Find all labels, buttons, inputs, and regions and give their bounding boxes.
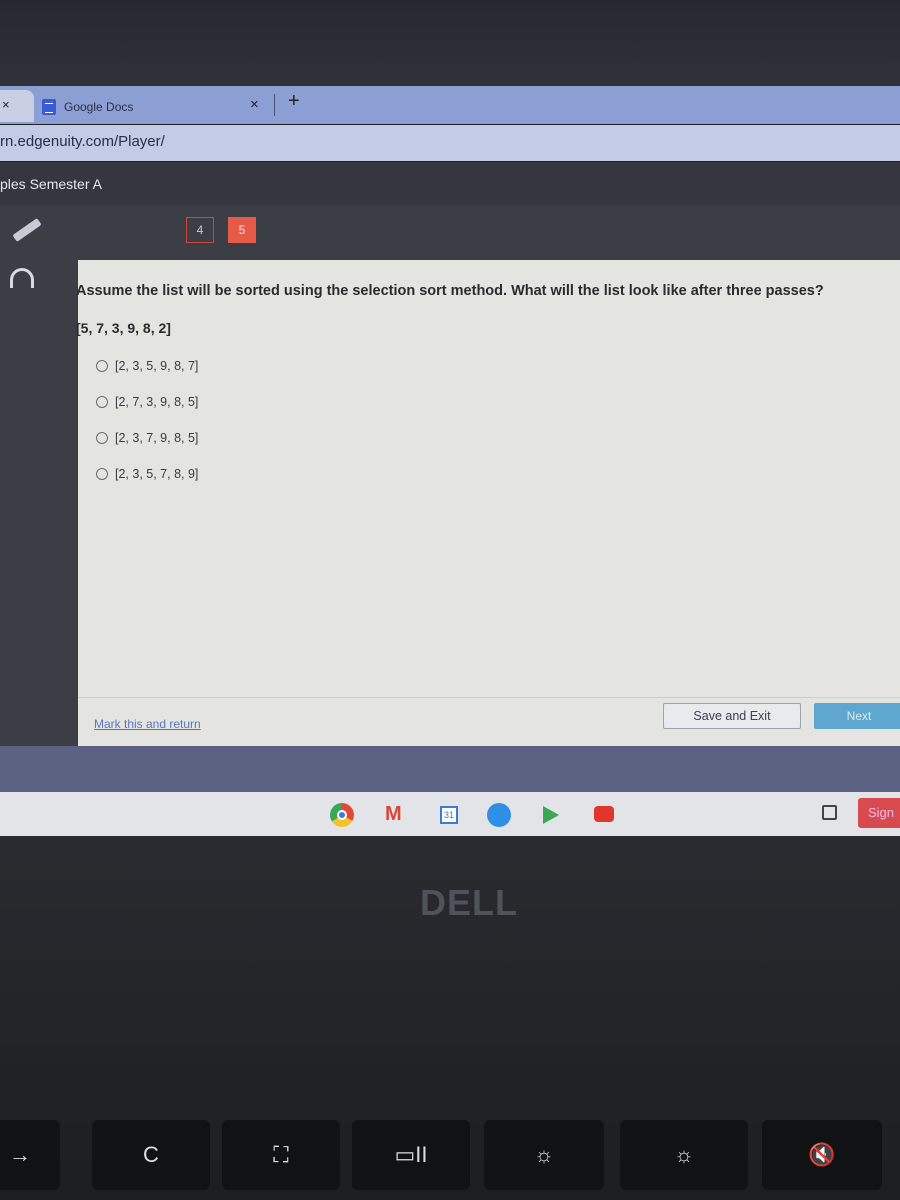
option-label: [2, 3, 5, 7, 8, 9] <box>115 467 199 481</box>
radio-button[interactable] <box>96 432 108 444</box>
question-nav-4[interactable]: 4 <box>186 217 214 243</box>
gmail-icon[interactable]: M <box>385 803 402 826</box>
key-refresh: C <box>92 1120 210 1190</box>
sidebar <box>0 260 78 746</box>
radio-button[interactable] <box>96 360 108 372</box>
tab-separator <box>274 94 275 116</box>
calendar-icon[interactable]: 31 <box>440 806 458 824</box>
answer-option[interactable]: [2, 7, 3, 9, 8, 5] <box>96 395 198 409</box>
mark-and-return-link[interactable]: Mark this and return <box>94 717 201 731</box>
play-store-icon[interactable] <box>543 806 559 824</box>
tab-previous[interactable]: × <box>0 90 34 122</box>
option-label: [2, 3, 7, 9, 8, 5] <box>115 431 199 445</box>
radio-button[interactable] <box>96 468 108 480</box>
next-button[interactable]: Next <box>814 703 900 729</box>
google-docs-icon <box>42 99 56 115</box>
answer-option[interactable]: [2, 3, 7, 9, 8, 5] <box>96 431 198 445</box>
tab-google-docs[interactable]: Google Docs <box>36 92 276 122</box>
sign-button[interactable]: Sign <box>858 798 900 828</box>
option-label: [2, 7, 3, 9, 8, 5] <box>115 395 199 409</box>
key-mute: 🔇 <box>762 1120 882 1190</box>
address-bar[interactable]: rn.edgenuity.com/Player/ <box>0 125 900 161</box>
tab-close-button[interactable]: × <box>2 97 10 112</box>
files-icon[interactable] <box>487 803 511 827</box>
question-panel <box>78 260 900 746</box>
tab-label: Google Docs <box>64 100 134 114</box>
option-label: [2, 3, 5, 9, 8, 7] <box>115 359 199 373</box>
dell-logo: DELL <box>420 882 518 923</box>
key-overview: ▭II <box>352 1120 470 1190</box>
key-brightness-up: ☼ <box>620 1120 748 1190</box>
key-brightness-down: ☼ <box>484 1120 604 1190</box>
chrome-icon[interactable] <box>330 803 354 827</box>
question-list: [5, 7, 3, 9, 8, 2] <box>76 320 171 336</box>
youtube-icon[interactable] <box>594 806 614 822</box>
key-fullscreen: ⛶ <box>222 1120 340 1190</box>
answer-option[interactable]: [2, 3, 5, 7, 8, 9] <box>96 467 198 481</box>
question-nav-5[interactable]: 5 <box>228 217 256 243</box>
radio-button[interactable] <box>96 396 108 408</box>
new-tab-button[interactable]: + <box>288 90 300 113</box>
screen-bezel <box>0 0 900 86</box>
answer-option[interactable]: [2, 3, 5, 9, 8, 7] <box>96 359 198 373</box>
question-prompt: Assume the list will be sorted using the… <box>76 283 824 299</box>
player-toolbar <box>0 206 900 260</box>
screen-capture-icon[interactable] <box>822 805 837 820</box>
key-forward: → <box>0 1120 60 1190</box>
page-bottom-band <box>0 746 900 792</box>
divider <box>78 697 900 698</box>
headphones-icon[interactable] <box>10 268 34 288</box>
course-title: ples Semester A <box>0 162 900 206</box>
save-and-exit-button[interactable]: Save and Exit <box>663 703 801 729</box>
tab-close-button[interactable]: × <box>250 96 259 113</box>
